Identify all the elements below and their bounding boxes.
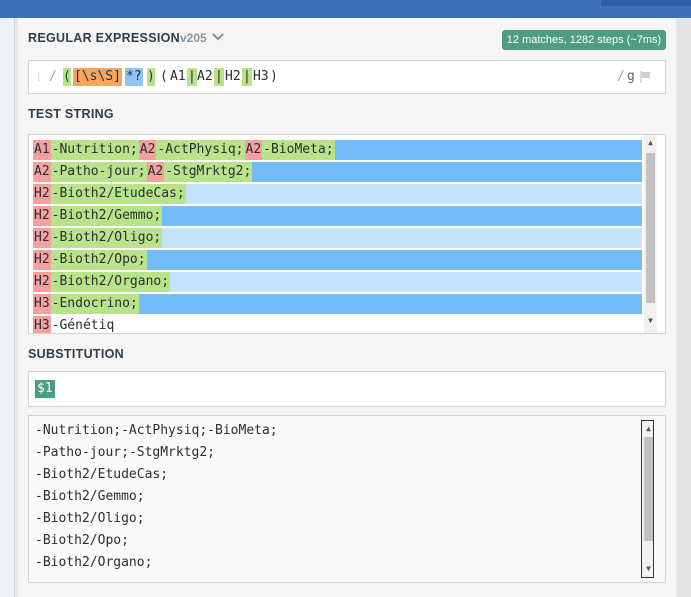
drag-handle-icon[interactable]: ⁞	[37, 69, 41, 85]
regex-pipe: |	[187, 68, 197, 86]
match-group-1: -Bioth2/Oligo;	[50, 228, 163, 248]
regex-delimiter-close: /	[617, 69, 625, 84]
match-group-1: -Bioth2/Opo;	[50, 250, 147, 270]
flag-icon[interactable]	[639, 70, 653, 84]
regex-alt-h3: H3	[253, 69, 269, 84]
test-string-line: A2 -Patho-jour; A2 -StgMrktg2;	[33, 162, 253, 182]
match-info-badge: 12 matches, 1282 steps (~7ms)	[502, 30, 666, 50]
result-line: -Patho-jour;-StgMrktg2;	[35, 445, 216, 460]
match-group-2: H2	[33, 184, 51, 204]
match-group-2: A2	[146, 162, 165, 182]
scroll-down-arrow-icon[interactable]: ▼	[644, 315, 657, 327]
match-group-1: -ActPhysiq;	[156, 140, 245, 160]
match-group-1: -Patho-jour;	[50, 162, 147, 182]
result-line: -Bioth2/Opo;	[35, 533, 129, 548]
match-group-2: A2	[33, 162, 51, 182]
test-string-line: A1 -Nutrition; A2 -ActPhysiq; A2 -BioMeta;	[33, 140, 335, 160]
match-group-1: -BioMeta;	[262, 140, 335, 160]
right-sidebar-strip	[677, 18, 691, 597]
match-group-2: H2	[33, 250, 51, 270]
version-label[interactable]: v205	[180, 31, 207, 45]
test-string-line: H2 -Bioth2/Opo;	[33, 250, 147, 270]
regex-input[interactable]: ⁞ / ( [\s\S] *? ) ( A1 | A2 | H2 | H3 ) …	[28, 60, 666, 94]
header-tab	[601, 0, 691, 6]
match-group-2: A2	[244, 140, 263, 160]
scroll-down-arrow-icon[interactable]: ▼	[642, 563, 655, 575]
match-group-2: H3	[33, 294, 51, 314]
match-group-2: H2	[33, 272, 51, 292]
match-group-1: -Nutrition;	[50, 140, 139, 160]
regex-alt-h2: H2	[225, 69, 241, 84]
result-line: -Bioth2/EtudeCas;	[35, 467, 169, 482]
regex-group-open: (	[63, 68, 71, 86]
match-group-2: H3	[33, 316, 51, 333]
match-group-1: -StgMrktg2;	[164, 162, 253, 182]
regex-group2-close: )	[270, 69, 278, 84]
scroll-up-arrow-icon[interactable]: ▲	[644, 137, 657, 149]
left-sidebar-strip	[0, 18, 15, 597]
scroll-thumb[interactable]	[644, 437, 653, 541]
substitution-input[interactable]: $1	[28, 371, 666, 407]
match-group-1: -Génétiq	[51, 318, 115, 333]
test-string-line: H2 -Bioth2/Organo;	[33, 272, 171, 292]
regex-pipe: |	[242, 68, 252, 86]
test-string-title: TEST STRING	[28, 107, 114, 121]
regex-alt-a1: A1	[170, 69, 186, 84]
match-group-2: H2	[33, 228, 51, 248]
match-group-1: -Endocrino;	[50, 294, 139, 314]
regex-flags[interactable]: g	[627, 69, 635, 84]
match-row-highlight	[33, 316, 642, 333]
scroll-up-arrow-icon[interactable]: ▲	[642, 423, 655, 435]
match-group-2: A1	[33, 140, 51, 160]
match-group-2: A2	[138, 140, 157, 160]
result-line: -Bioth2/Gemmo;	[35, 489, 145, 504]
result-line: -Bioth2/Organo;	[35, 555, 153, 570]
test-string-editor[interactable]: ▲ ▼ A1 -Nutrition; A2 -ActPhysiq; A2 -BioMeta…	[28, 134, 666, 334]
regex-group2-open: (	[160, 69, 168, 84]
regex-quantifier: *?	[125, 68, 143, 86]
match-group-1: -Bioth2/EtudeCas;	[50, 184, 186, 204]
regex-delimiter-open: /	[49, 69, 57, 84]
test-scrollbar[interactable]: ▲ ▼	[644, 135, 657, 333]
match-group-1: -Bioth2/Organo;	[50, 272, 171, 292]
match-group-2: H2	[33, 206, 51, 226]
regex-group-close: )	[147, 68, 155, 86]
result-scrollbar[interactable]: ▲ ▼	[641, 420, 654, 578]
scroll-thumb[interactable]	[646, 153, 655, 303]
chevron-down-icon[interactable]	[212, 30, 224, 44]
test-string-line: H2 -Bioth2/EtudeCas;	[33, 184, 186, 204]
test-string-line: H2 -Bioth2/Oligo;	[33, 228, 163, 248]
test-string-line: H3 -Génétiq	[33, 316, 115, 333]
regex-charset: [\s\S]	[73, 68, 122, 86]
substitution-title: SUBSTITUTION	[28, 347, 124, 361]
regex-section-title: REGULAR EXPRESSION	[28, 31, 180, 45]
substitution-result[interactable]: ▲ ▼ -Nutrition;-ActPhysiq;-BioMeta; -Path…	[28, 415, 666, 583]
top-bar	[0, 0, 691, 18]
match-group-1: -Bioth2/Gemmo;	[50, 206, 163, 226]
test-string-line: H3 -Endocrino;	[33, 294, 139, 314]
regex-alt-a2: A2	[197, 69, 213, 84]
regex-pipe: |	[214, 68, 224, 86]
test-string-line: H2 -Bioth2/Gemmo;	[33, 206, 163, 226]
result-line: -Nutrition;-ActPhysiq;-BioMeta;	[35, 423, 278, 438]
substitution-token: $1	[35, 380, 55, 398]
result-line: -Bioth2/Oligo;	[35, 511, 145, 526]
